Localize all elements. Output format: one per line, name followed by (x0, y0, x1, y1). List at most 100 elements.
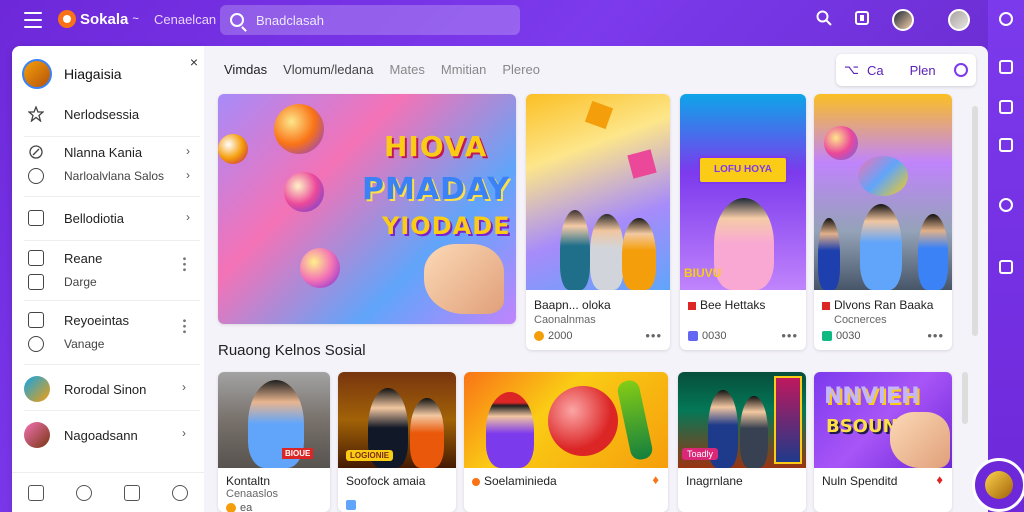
card-badge: Toadly (682, 448, 719, 460)
search-icon (230, 13, 244, 27)
close-icon[interactable]: × (190, 54, 198, 70)
content-card[interactable]: NNVIEH BSOUN Nuln Spenditd ♦ (814, 372, 952, 512)
person (622, 218, 656, 290)
content-card[interactable]: Soelaminieda ♦ (464, 372, 668, 512)
tab-2[interactable]: Mates (389, 62, 424, 77)
more-icon[interactable]: ••• (645, 328, 662, 343)
scrollbar[interactable] (972, 106, 978, 336)
search-icon[interactable] (814, 10, 834, 30)
share-icon[interactable]: ⌥ (844, 62, 859, 78)
calendar-icon[interactable] (999, 138, 1013, 152)
home-icon[interactable] (28, 484, 44, 501)
chat-bubble[interactable] (972, 458, 1024, 512)
sidebar-subitem-1[interactable]: Narloalvlana Salos › (28, 168, 198, 184)
sidebar-item-5[interactable]: Rorodal Sinon › (24, 376, 194, 402)
card-stats: ea (226, 502, 252, 512)
sidebar-item-2[interactable]: Bellodiotia › (28, 210, 198, 226)
more-icon[interactable] (183, 318, 186, 334)
ribbon (858, 156, 908, 196)
sidebar-subitem-label: Darge (64, 275, 97, 289)
action-a[interactable]: Ca (867, 63, 884, 78)
tab-3[interactable]: Mmitian (441, 62, 487, 77)
card-banner: BSOUN (826, 416, 898, 437)
ball (548, 386, 618, 456)
tab-0[interactable]: Vimdas (224, 62, 267, 77)
account-avatar[interactable] (948, 9, 970, 31)
bookmark-icon[interactable] (999, 100, 1013, 114)
app-name: Sokala (80, 10, 129, 28)
hero-image (218, 94, 516, 324)
card-stats: 0030 (688, 330, 726, 342)
card-stats: 2000 (534, 330, 572, 342)
content-card[interactable]: LOFU HOYA BIUVU Bee Hettaks 0030 ••• (680, 94, 806, 350)
settings-icon[interactable] (999, 12, 1013, 26)
content-card[interactable]: LOGIONIE Soofock amaia (338, 372, 456, 512)
exit-icon[interactable] (999, 260, 1013, 274)
more-icon[interactable] (183, 256, 186, 272)
right-rail (988, 0, 1024, 512)
hand (890, 412, 950, 468)
card-meta: Cenaaslos (226, 488, 278, 500)
sidebar-item-4[interactable]: Reyoeintas (28, 312, 198, 334)
search-input[interactable] (256, 12, 506, 28)
content-card[interactable]: Baapn... oloka Caonalnmas 2000 ••• (526, 94, 670, 350)
profile-icon[interactable] (172, 484, 188, 501)
chevron-right-icon: › (186, 144, 190, 158)
person (590, 214, 624, 290)
content-card[interactable]: Toadly Inagrnlane (678, 372, 806, 512)
divider (24, 240, 200, 241)
badge-icon (472, 478, 480, 486)
sidebar-subitem-4[interactable]: Vanage (28, 336, 198, 352)
notifications-icon[interactable] (852, 10, 872, 30)
tab-1[interactable]: Vlomum/ledana (283, 62, 373, 77)
sidebar-item-label: Nerlodsessia (64, 106, 140, 122)
menu-icon[interactable] (24, 12, 42, 28)
inbox-icon[interactable] (999, 60, 1013, 74)
content-card[interactable]: Dlvons Ran Baaka Cocnerces 0030 ••• (814, 94, 952, 350)
sidebar-item-6[interactable]: Nagoadsann › (24, 422, 194, 448)
sidebar-subitem-label: Narloalvlana Salos (64, 169, 165, 183)
card-title: Soofock amaia (346, 474, 426, 488)
card-stat-value: 2000 (548, 330, 573, 342)
tab-4[interactable]: Plereo (502, 62, 540, 77)
card-badge: LOGIONIE (346, 450, 394, 461)
action-group: ⌥ Ca Plen (836, 54, 976, 86)
sidebar-subitem-3[interactable]: Darge (28, 274, 198, 290)
hand (424, 244, 504, 314)
scrollbar[interactable] (962, 372, 968, 424)
settings-icon[interactable] (954, 63, 968, 77)
sidebar-item-0[interactable]: Nerlodsessia (28, 106, 198, 122)
app-logo[interactable]: Sokala ~ (58, 10, 139, 28)
action-b[interactable]: Plen (910, 63, 936, 78)
sidebar-item-label: Nlanna Kania (64, 144, 143, 160)
sidebar-profile[interactable]: Hiagaisia (22, 56, 198, 92)
card-meta: Cocnerces (834, 314, 887, 326)
link-icon (29, 145, 43, 159)
pin-icon[interactable]: ♦ (652, 472, 660, 487)
top-nav-link[interactable]: Cenaelcan (154, 12, 216, 27)
card-title: Bee Hettaks (700, 298, 766, 312)
more-icon[interactable]: ••• (927, 328, 944, 343)
arcade-machine (774, 376, 802, 464)
explore-icon[interactable] (76, 484, 92, 501)
sidebar-item-3[interactable]: Reane (28, 250, 198, 272)
status-icon[interactable] (999, 198, 1013, 212)
card-title: Baapn... oloka (534, 298, 611, 312)
more-icon[interactable]: ••• (781, 328, 798, 343)
user-avatar[interactable] (892, 9, 914, 31)
search-bar[interactable] (220, 5, 520, 35)
content-card[interactable]: BIOUE Kontaltn Cenaaslos ea (218, 372, 330, 512)
card-stats: 0030 (822, 330, 860, 342)
sidebar-bottom-nav (12, 472, 204, 512)
card-image: LOFU HOYA BIUVU (680, 94, 806, 290)
notifications-icon[interactable] (124, 484, 140, 501)
card-title: Kontaltn (226, 474, 271, 488)
orb (284, 172, 324, 212)
hero-card[interactable]: HIOVA PMADAY YIODADE (218, 94, 516, 324)
sidebar-item-1[interactable]: Nlanna Kania › (28, 144, 198, 160)
pin-icon[interactable]: ♦ (936, 472, 944, 487)
card-image (814, 94, 952, 290)
card-stat-value: 0030 (702, 330, 727, 342)
sidebar: Hiagaisia × Nerlodsessia Nlanna Kania › … (12, 46, 204, 512)
heart-icon (534, 331, 544, 341)
